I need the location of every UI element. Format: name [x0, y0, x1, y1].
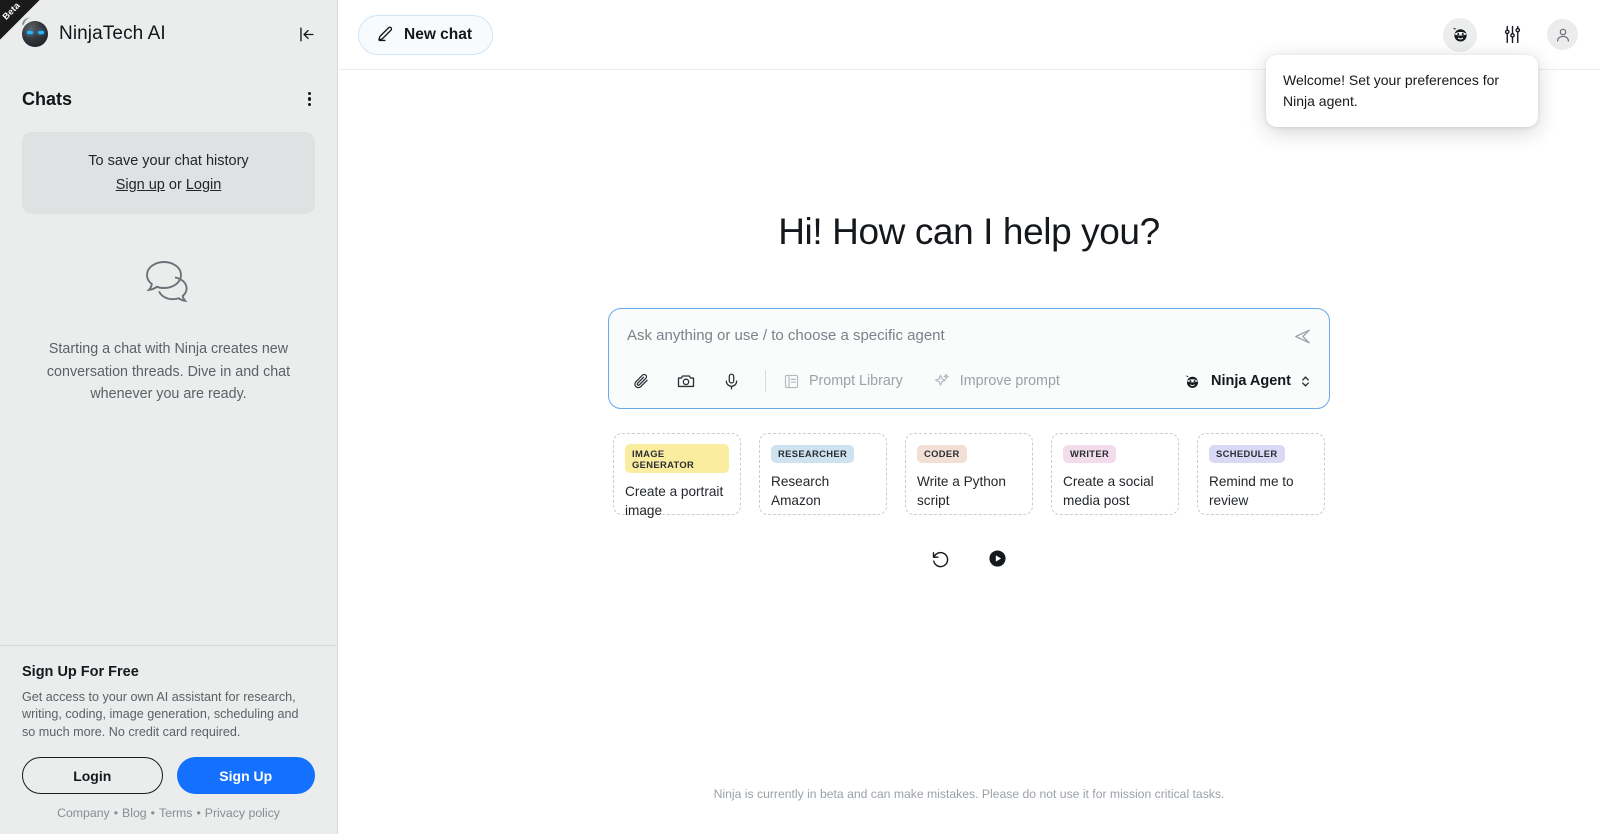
- ninja-face-icon: [1183, 372, 1202, 391]
- camera-button[interactable]: [672, 368, 700, 394]
- suggestion-cards: IMAGE GENERATOR Create a portrait image …: [613, 433, 1325, 515]
- footer-link-company[interactable]: Company: [57, 806, 110, 820]
- status-badge: RESEARCHER: [771, 445, 854, 463]
- empty-chats-state: Starting a chat with Ninja creates new c…: [0, 258, 337, 406]
- microphone-button[interactable]: [717, 368, 745, 394]
- suggestion-card-coder[interactable]: CODER Write a Python script: [905, 433, 1033, 515]
- sidebar-signup-footer: Sign Up For Free Get access to your own …: [0, 645, 337, 834]
- sidebar: Beta NinjaTech AI Chats To save your cha…: [0, 0, 338, 834]
- improve-prompt-button[interactable]: Improve prompt: [933, 372, 1060, 390]
- microphone-icon: [722, 372, 741, 391]
- footer-links: Company • Blog • Terms • Privacy policy: [22, 806, 315, 820]
- composer-toolbar: Prompt Library Improve prompt: [627, 368, 1311, 394]
- beta-disclaimer: Ninja is currently in beta and can make …: [338, 787, 1600, 801]
- sidebar-spacer: [0, 406, 337, 645]
- preferences-tooltip: Welcome! Set your preferences for Ninja …: [1266, 55, 1538, 127]
- app-root: Beta NinjaTech AI Chats To save your cha…: [0, 0, 1600, 834]
- collapse-sidebar-icon[interactable]: [293, 21, 319, 47]
- suggestion-card-text: Research Amazon: [771, 472, 875, 510]
- chats-header-row: Chats: [0, 68, 337, 116]
- suggestion-card-image-generator[interactable]: IMAGE GENERATOR Create a portrait image: [613, 433, 741, 515]
- preferences-tooltip-text: Welcome! Set your preferences for Ninja …: [1283, 72, 1499, 109]
- main-panel: New chat: [338, 0, 1600, 834]
- suggestion-card-writer[interactable]: WRITER Create a social media post: [1051, 433, 1179, 515]
- save-history-text: To save your chat history: [32, 150, 305, 172]
- user-avatar-button[interactable]: [1547, 19, 1578, 50]
- ninjatech-logo-icon: [22, 21, 48, 47]
- or-text: or: [165, 177, 186, 193]
- suggestion-card-text: Remind me to review: [1209, 472, 1313, 510]
- chats-title: Chats: [22, 89, 72, 110]
- play-circle-icon: [987, 548, 1008, 569]
- composer[interactable]: Ask anything or use / to choose a specif…: [608, 308, 1330, 409]
- status-badge: IMAGE GENERATOR: [625, 444, 729, 473]
- pencil-edit-icon: [375, 25, 394, 44]
- prompt-library-button[interactable]: Prompt Library: [783, 373, 903, 390]
- refresh-suggestions-button[interactable]: [930, 548, 951, 569]
- new-chat-button[interactable]: New chat: [358, 15, 493, 55]
- camera-icon: [676, 371, 696, 391]
- attach-file-button[interactable]: [627, 368, 655, 394]
- sliders-settings-icon: [1502, 24, 1523, 45]
- agent-selector[interactable]: Ninja Agent: [1183, 372, 1311, 391]
- suggestion-card-text: Write a Python script: [917, 472, 1021, 510]
- suggestion-card-text: Create a portrait image: [625, 482, 729, 520]
- footer-link-privacy[interactable]: Privacy policy: [205, 806, 280, 820]
- signup-button[interactable]: Sign Up: [177, 757, 316, 794]
- logo-wisp-icon: [22, 16, 32, 27]
- save-history-actions: Sign up or Login: [32, 174, 305, 196]
- send-button[interactable]: [1293, 327, 1312, 351]
- footer-link-sep-2: •: [151, 806, 155, 820]
- chat-bubbles-icon: [142, 258, 196, 306]
- composer-input[interactable]: Ask anything or use / to choose a specif…: [627, 327, 1311, 344]
- login-link[interactable]: Login: [186, 177, 221, 193]
- new-chat-label: New chat: [404, 26, 472, 44]
- suggestion-card-text: Create a social media post: [1063, 472, 1167, 510]
- chevron-updown-icon: [1300, 374, 1311, 389]
- undo-refresh-icon: [930, 548, 951, 569]
- suggestion-card-researcher[interactable]: RESEARCHER Research Amazon: [759, 433, 887, 515]
- suggestion-card-scheduler[interactable]: SCHEDULER Remind me to review: [1197, 433, 1325, 515]
- status-badge: CODER: [917, 445, 967, 463]
- chats-more-options-icon[interactable]: [304, 88, 315, 111]
- status-badge: WRITER: [1063, 445, 1116, 463]
- footer-link-terms[interactable]: Terms: [159, 806, 192, 820]
- empty-chats-text: Starting a chat with Ninja creates new c…: [44, 338, 293, 406]
- ninja-agent-toggle-button[interactable]: [1443, 18, 1477, 52]
- sidebar-header: NinjaTech AI: [0, 0, 337, 68]
- footer-link-sep-1: •: [114, 806, 118, 820]
- toolbar-divider: [765, 370, 766, 392]
- send-arrow-icon: [1293, 327, 1312, 346]
- status-badge: SCHEDULER: [1209, 445, 1285, 463]
- prompt-library-label: Prompt Library: [809, 373, 903, 389]
- prompt-library-icon: [783, 373, 800, 390]
- greeting-heading: Hi! How can I help you?: [778, 211, 1160, 253]
- improve-prompt-label: Improve prompt: [960, 373, 1060, 389]
- login-button[interactable]: Login: [22, 757, 163, 794]
- play-suggestions-button[interactable]: [987, 548, 1008, 569]
- user-avatar-icon: [1554, 26, 1572, 44]
- sparkle-icon: [933, 372, 951, 390]
- paperclip-icon: [632, 372, 651, 391]
- ninja-face-icon: [1450, 24, 1471, 45]
- main-center-column: Hi! How can I help you? Ask anything or …: [338, 70, 1600, 569]
- settings-sliders-button[interactable]: [1499, 22, 1525, 48]
- signup-footer-title: Sign Up For Free: [22, 664, 315, 680]
- agent-selector-value: Ninja Agent: [1211, 373, 1291, 389]
- footer-link-blog[interactable]: Blog: [122, 806, 147, 820]
- signup-footer-body: Get access to your own AI assistant for …: [22, 689, 315, 742]
- footer-link-sep-3: •: [196, 806, 200, 820]
- signup-footer-buttons: Login Sign Up: [22, 757, 315, 794]
- save-history-banner: To save your chat history Sign up or Log…: [22, 132, 315, 214]
- brand-title: NinjaTech AI: [59, 23, 166, 45]
- signup-link[interactable]: Sign up: [116, 177, 165, 193]
- suggestion-controls: [930, 548, 1008, 569]
- top-bar-actions: [1443, 18, 1578, 52]
